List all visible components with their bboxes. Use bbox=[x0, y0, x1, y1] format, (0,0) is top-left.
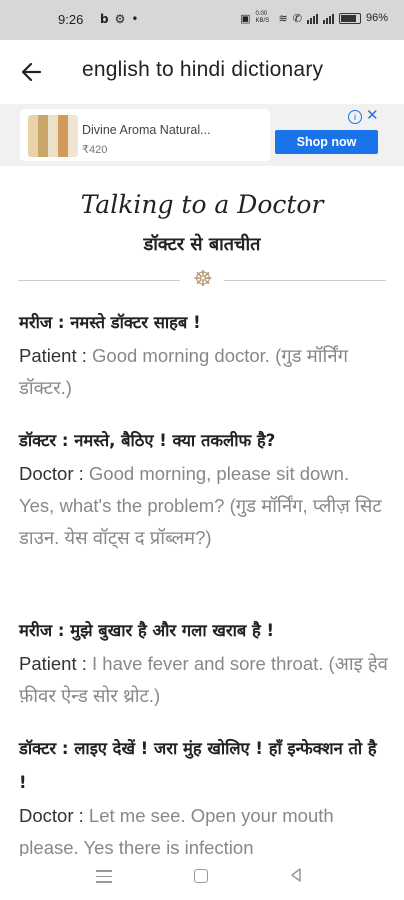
page-title: english to hindi dictionary bbox=[82, 58, 324, 81]
dialogue-entry: डॉक्टर : नमस्ते, बैठिए ! क्या तकलीफ है? … bbox=[19, 424, 389, 554]
topic-subtitle: डॉक्टर से बातचीत bbox=[143, 234, 261, 255]
signal-icon-2 bbox=[322, 13, 334, 24]
ad-product-image[interactable] bbox=[28, 115, 78, 157]
status-right-icons: ▣ 0.00 KB/S ≋ ✆ 96% bbox=[240, 11, 388, 25]
english-line: Patient : Good morning doctor. (गुड मॉर्… bbox=[19, 340, 389, 404]
speaker-label: Doctor : bbox=[19, 463, 84, 484]
b-icon: b bbox=[100, 12, 109, 26]
hindi-line: मरीज : मुझे बुखार है और गला खराब है ! bbox=[19, 621, 275, 640]
battery-icon bbox=[338, 12, 361, 24]
english-line: Doctor : Let me see. Open your mouth ple… bbox=[19, 800, 389, 856]
ad-banner[interactable]: Divine Aroma Natural... ₹420 i ✕ Shop no… bbox=[0, 104, 404, 166]
hindi-line: डॉक्टर : लाइए देखें ! जरा मुंह खोलिए ! ह… bbox=[19, 739, 377, 792]
shop-now-button[interactable]: Shop now bbox=[275, 130, 378, 154]
recent-apps-icon[interactable] bbox=[96, 870, 112, 887]
ornament-icon: ☸ bbox=[193, 267, 213, 292]
hindi-line: मरीज : नमस्ते डॉक्टर साहब ! bbox=[19, 313, 201, 332]
speaker-label: Doctor : bbox=[19, 805, 84, 826]
nfc-icon: ▣ bbox=[240, 12, 251, 25]
dot-icon: • bbox=[131, 12, 139, 26]
english-line: Doctor : Good morning, please sit down. … bbox=[19, 458, 389, 554]
nav-back-icon[interactable] bbox=[288, 867, 304, 883]
app-bar: english to hindi dictionary bbox=[0, 40, 404, 102]
speaker-label: Patient : bbox=[19, 345, 87, 366]
system-nav-bar bbox=[0, 856, 404, 900]
speaker-label: Patient : bbox=[19, 653, 87, 674]
dialogue-entry: मरीज : नमस्ते डॉक्टर साहब ! Patient : Go… bbox=[19, 306, 389, 404]
ad-info-icon[interactable]: i bbox=[348, 110, 362, 124]
divider-left bbox=[18, 280, 180, 281]
call-icon: ✆ bbox=[292, 12, 302, 25]
ad-card[interactable]: Divine Aroma Natural... ₹420 bbox=[20, 109, 270, 161]
status-left-icons: b ⚙ • bbox=[100, 12, 138, 26]
topic-title: Talking to a Doctor bbox=[80, 190, 324, 219]
ad-product-price: ₹420 bbox=[82, 144, 108, 156]
back-arrow-icon[interactable] bbox=[18, 58, 46, 86]
status-time: 9:26 bbox=[58, 12, 84, 27]
dialogue-entry: मरीज : मुझे बुखार है और गला खराब है ! Pa… bbox=[19, 614, 389, 712]
english-line: Patient : I have fever and sore throat. … bbox=[19, 648, 389, 712]
divider-right bbox=[224, 280, 386, 281]
settings-icon: ⚙ bbox=[114, 12, 126, 26]
ad-close-icon[interactable]: ✕ bbox=[366, 106, 379, 124]
battery-level: 96% bbox=[365, 12, 388, 24]
article-content[interactable]: Talking to a Doctor डॉक्टर से बातचीत ☸ म… bbox=[0, 166, 404, 856]
signal-icon-1 bbox=[306, 13, 318, 24]
ad-product-name[interactable]: Divine Aroma Natural... bbox=[82, 123, 211, 137]
status-bar: 9:26 b ⚙ • ▣ 0.00 KB/S ≋ ✆ 96% bbox=[0, 0, 404, 40]
home-icon[interactable] bbox=[194, 869, 208, 883]
hindi-line: डॉक्टर : नमस्ते, बैठिए ! क्या तकलीफ है? bbox=[19, 431, 276, 450]
wifi-icon: ≋ bbox=[278, 12, 288, 25]
data-rate: 0.00 KB/S bbox=[255, 11, 270, 24]
dialogue-entry: डॉक्टर : लाइए देखें ! जरा मुंह खोलिए ! ह… bbox=[19, 732, 389, 856]
